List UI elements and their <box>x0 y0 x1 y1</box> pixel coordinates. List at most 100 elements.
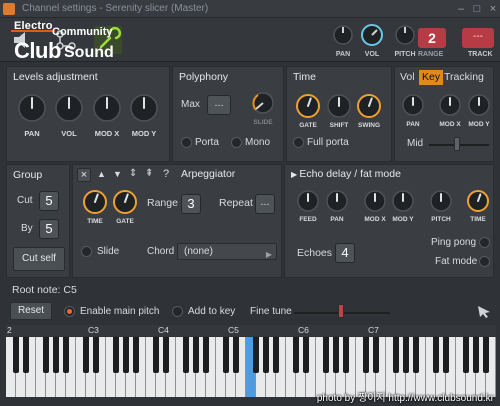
arp-down-icon[interactable]: ▼ <box>113 169 122 179</box>
pan-knob[interactable] <box>401 93 425 120</box>
black-key[interactable] <box>362 337 370 373</box>
arp-random-icon[interactable]: ? <box>163 168 169 180</box>
mod-y-knob[interactable] <box>467 93 491 120</box>
black-key[interactable] <box>462 337 470 373</box>
octave-label: C7 <box>368 325 379 335</box>
full-porta-radio[interactable] <box>293 137 304 148</box>
black-key[interactable] <box>472 337 480 373</box>
mono-radio[interactable] <box>231 137 242 148</box>
echoes-label: Echoes <box>297 247 333 259</box>
cut-spinner[interactable]: 5 <box>39 191 59 211</box>
black-key[interactable] <box>112 337 120 373</box>
tab-key[interactable]: Key <box>419 70 444 85</box>
black-key[interactable] <box>162 337 170 373</box>
vol-knob[interactable] <box>54 93 84 126</box>
ping-pong-radio[interactable] <box>479 237 490 248</box>
black-key[interactable] <box>12 337 20 373</box>
close-icon[interactable]: × <box>486 2 500 16</box>
black-key[interactable] <box>232 337 240 373</box>
black-key[interactable] <box>332 337 340 373</box>
octave-label: C3 <box>88 325 99 335</box>
porta-radio[interactable] <box>181 137 192 148</box>
black-key[interactable] <box>272 337 280 373</box>
by-spinner[interactable]: 5 <box>39 219 59 239</box>
chord-value: (none) <box>184 246 213 257</box>
slide-knob[interactable] <box>251 91 275 118</box>
black-key[interactable] <box>252 337 260 373</box>
black-key[interactable] <box>342 337 350 373</box>
black-key[interactable] <box>52 337 60 373</box>
max-spinner[interactable]: --- <box>207 95 231 115</box>
black-key[interactable] <box>122 337 130 373</box>
time-knob[interactable] <box>466 189 490 216</box>
track-value[interactable]: --- <box>462 28 494 48</box>
feed-knob[interactable] <box>296 189 320 216</box>
pitch-knob[interactable] <box>429 189 453 216</box>
gate-knob[interactable] <box>295 93 321 122</box>
black-key[interactable] <box>62 337 70 373</box>
arp-sticky-icon[interactable]: ⇞ <box>145 168 153 179</box>
black-key[interactable] <box>322 337 330 373</box>
black-key[interactable] <box>202 337 210 373</box>
mod-x-knob[interactable] <box>92 93 122 126</box>
reset-button[interactable]: Reset <box>10 302 52 320</box>
black-key[interactable] <box>402 337 410 373</box>
arp-updown-icon[interactable]: ⇕ <box>129 168 137 179</box>
shift-knob[interactable] <box>326 93 352 122</box>
octave-label: 2 <box>7 325 12 335</box>
enable-pitch-radio[interactable] <box>64 306 75 317</box>
menu-arrow-icon[interactable] <box>3 3 15 15</box>
pitch-range-value[interactable]: 2 <box>418 28 446 48</box>
black-key[interactable] <box>432 337 440 373</box>
time-knob[interactable] <box>82 189 108 218</box>
black-key[interactable] <box>132 337 140 373</box>
tab-tracking[interactable]: Tracking <box>441 70 487 85</box>
mod-y-knob[interactable] <box>391 189 415 216</box>
arp-up-icon[interactable]: ▲ <box>97 169 106 179</box>
minimize-icon[interactable]: – <box>454 2 468 16</box>
black-key[interactable] <box>82 337 90 373</box>
group-title: Group <box>13 169 43 181</box>
black-key[interactable] <box>192 337 200 373</box>
tab-vol[interactable]: Vol <box>397 70 418 85</box>
black-key[interactable] <box>392 337 400 373</box>
pan-knob[interactable] <box>17 93 47 126</box>
vol-knob-top[interactable]: VOL <box>357 23 387 58</box>
piano-keyboard[interactable]: 2 C3 C4 C5 C6 C7 <box>6 325 496 397</box>
black-key[interactable] <box>372 337 380 373</box>
repeat-spinner[interactable]: --- <box>255 194 275 214</box>
echoes-spinner[interactable]: 4 <box>335 243 355 263</box>
chord-dropdown[interactable]: (none) ▶ <box>177 243 277 260</box>
mod-x-knob[interactable] <box>363 189 387 216</box>
range-label: RANGE <box>418 51 444 58</box>
black-key[interactable] <box>22 337 30 373</box>
black-key[interactable] <box>442 337 450 373</box>
pan-knob[interactable] <box>325 189 349 216</box>
cut-self-button[interactable]: Cut self <box>13 247 65 271</box>
black-key[interactable] <box>182 337 190 373</box>
add-to-key-radio[interactable] <box>172 306 183 317</box>
black-key[interactable] <box>222 337 230 373</box>
black-key[interactable] <box>262 337 270 373</box>
mod-x-knob[interactable] <box>438 93 462 120</box>
slide-radio[interactable] <box>81 246 92 257</box>
range-spinner[interactable]: 3 <box>181 194 201 214</box>
fine-tune-thumb[interactable] <box>338 304 344 318</box>
mod-y-knob[interactable] <box>129 93 159 126</box>
pointer-icon[interactable] <box>476 304 492 321</box>
black-key[interactable] <box>152 337 160 373</box>
fat-mode-radio[interactable] <box>479 256 490 267</box>
black-key[interactable] <box>92 337 100 373</box>
mid-slider-thumb[interactable] <box>454 137 460 151</box>
black-key[interactable] <box>42 337 50 373</box>
black-key[interactable] <box>292 337 300 373</box>
gate-knob[interactable] <box>112 189 138 218</box>
arp-off-icon[interactable]: × <box>77 168 91 182</box>
pitch-knob-top[interactable]: PITCH <box>390 23 420 58</box>
black-key[interactable] <box>302 337 310 373</box>
maximize-icon[interactable]: □ <box>470 2 484 16</box>
black-key[interactable] <box>412 337 420 373</box>
pan-knob-top[interactable]: PAN <box>328 23 358 58</box>
black-key[interactable] <box>482 337 490 373</box>
swing-knob[interactable] <box>356 93 382 122</box>
